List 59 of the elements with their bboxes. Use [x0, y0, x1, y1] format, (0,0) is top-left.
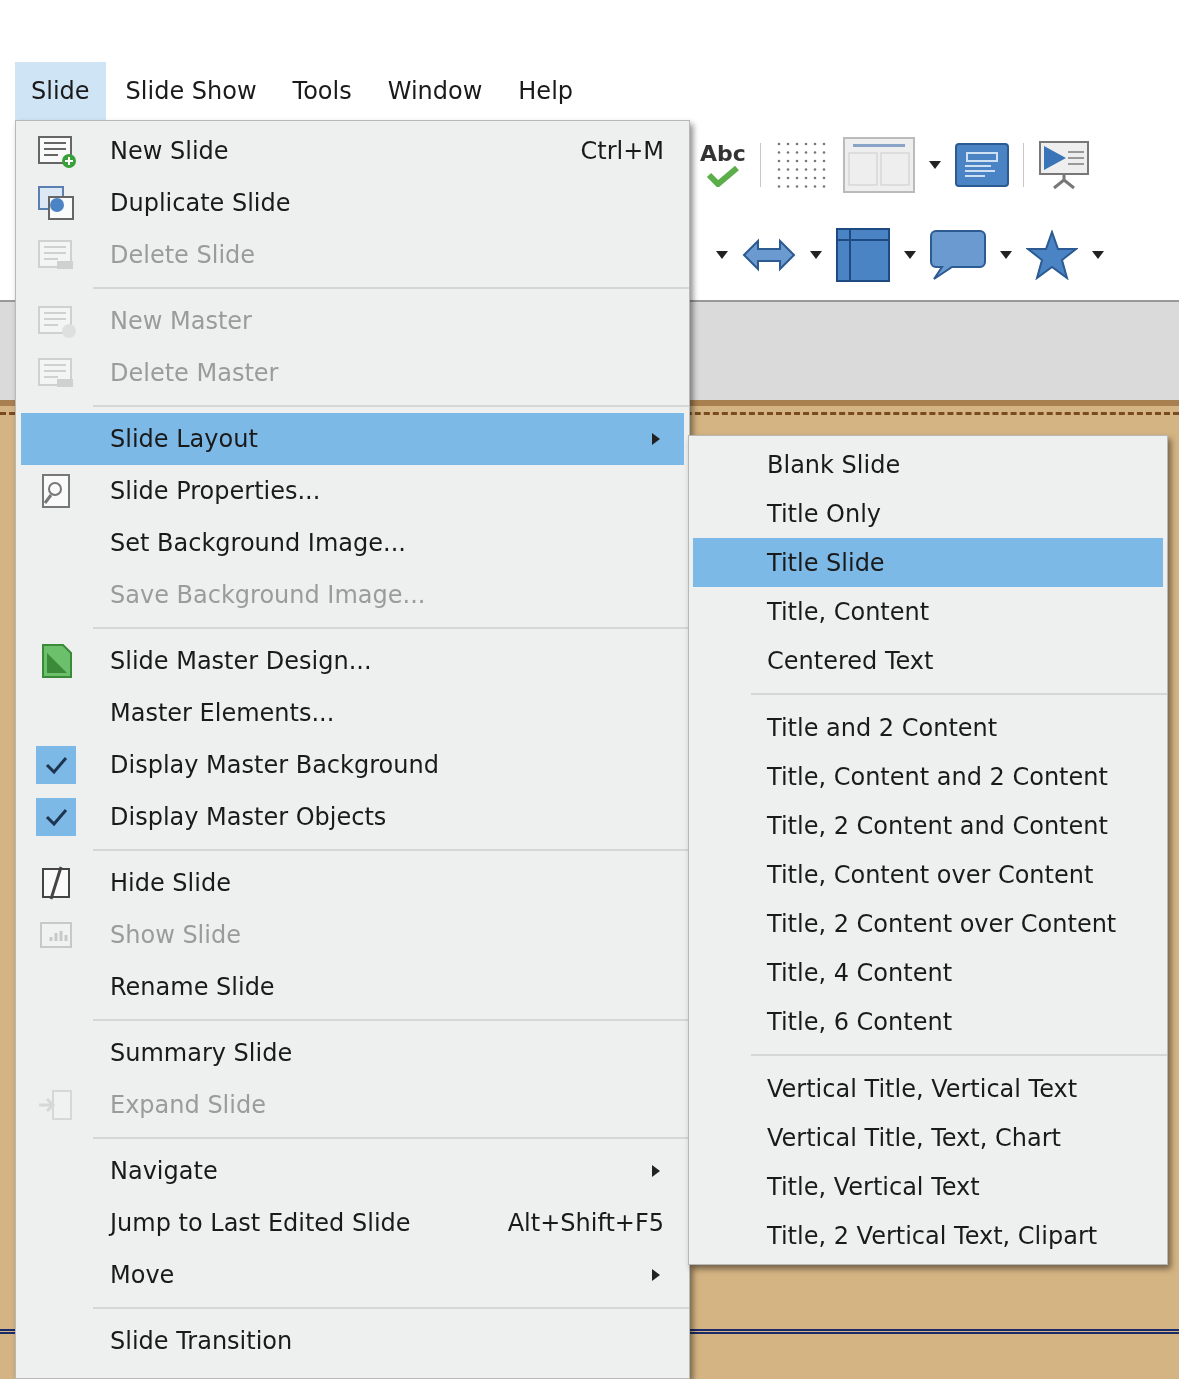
- shortcut-text: Ctrl+M: [580, 136, 664, 167]
- menu-item[interactable]: Master Elements...: [21, 687, 684, 739]
- caret-icon: [716, 251, 728, 259]
- menu-item[interactable]: Move: [21, 1249, 684, 1301]
- menu-item[interactable]: Navigate: [21, 1145, 684, 1197]
- menu-item[interactable]: Display Master Objects: [21, 791, 684, 843]
- spelling-button[interactable]: Abc: [700, 143, 746, 187]
- menu-item[interactable]: Summary Slide: [21, 1027, 684, 1079]
- menu-item[interactable]: Title, 6 Content: [693, 997, 1163, 1046]
- menu-item[interactable]: Slide Transition: [21, 1315, 684, 1367]
- new-slide-icon: [36, 133, 76, 169]
- menubar-item[interactable]: Window: [371, 62, 499, 120]
- menu-item[interactable]: New Slide Ctrl+M: [21, 125, 684, 177]
- menu-item[interactable]: Vertical Title, Vertical Text: [693, 1064, 1163, 1113]
- slide-icon: [954, 143, 1009, 187]
- layout-icon: [842, 137, 915, 193]
- menu-item[interactable]: Blank Slide: [693, 440, 1163, 489]
- new-slide-icon: [36, 303, 76, 339]
- menubar-item[interactable]: Tools: [276, 62, 368, 120]
- menu-item[interactable]: Duplicate Slide: [21, 177, 684, 229]
- submenu-arrow-icon: [651, 432, 661, 446]
- menu-item[interactable]: Slide Layout: [21, 413, 684, 465]
- menu-item[interactable]: Slide Properties...: [21, 465, 684, 517]
- menu-item[interactable]: Title, Content and 2 Content: [693, 752, 1163, 801]
- caret-icon: [810, 251, 822, 259]
- menu-item[interactable]: Title, Content: [693, 587, 1163, 636]
- speech-bubble-icon: [930, 229, 986, 281]
- menu-item[interactable]: Title Only: [693, 489, 1163, 538]
- menu-item[interactable]: Title, Content over Content: [693, 850, 1163, 899]
- menu-item[interactable]: Set Background Image...: [21, 517, 684, 569]
- menu-item[interactable]: Title, 2 Vertical Text, Clipart: [693, 1211, 1163, 1260]
- check-icon: [704, 165, 741, 187]
- presentation-icon: [1037, 140, 1090, 190]
- shortcut-text: Alt+Shift+F5: [507, 1208, 664, 1239]
- frame-icon: [836, 228, 890, 282]
- caret-icon: [904, 251, 916, 259]
- menu-item[interactable]: Title Slide: [693, 538, 1163, 587]
- menubar-item[interactable]: Help: [502, 62, 590, 120]
- submenu-arrow-icon: [651, 1268, 661, 1282]
- menu-item[interactable]: Hide Slide: [21, 857, 684, 909]
- duplicate-slide-icon: [36, 185, 76, 221]
- menu-item[interactable]: Title and 2 Content: [693, 703, 1163, 752]
- menu-item[interactable]: Title, 2 Content and Content: [693, 801, 1163, 850]
- menu-item[interactable]: Vertical Title, Text, Chart: [693, 1113, 1163, 1162]
- menu-item[interactable]: Slide Master Design...: [21, 635, 684, 687]
- submenu-arrow-icon: [651, 1164, 661, 1178]
- menu-item[interactable]: Title, Vertical Text: [693, 1162, 1163, 1211]
- menubar-item[interactable]: Slide Show: [109, 62, 273, 120]
- menu-item[interactable]: Title, 2 Content over Content: [693, 899, 1163, 948]
- star-icon: [1026, 230, 1078, 280]
- menu-item[interactable]: Rename Slide: [21, 961, 684, 1013]
- menubar-item[interactable]: Slide: [15, 62, 106, 120]
- caret-icon: [928, 161, 941, 169]
- menu-item[interactable]: Title, 4 Content: [693, 948, 1163, 997]
- caret-icon: [1000, 251, 1012, 259]
- menu-item[interactable]: Display Master Background: [21, 739, 684, 791]
- caret-icon: [1092, 251, 1104, 259]
- menu-item[interactable]: Centered Text: [693, 636, 1163, 685]
- menu-item[interactable]: Jump to Last Edited Slide Alt+Shift+F5: [21, 1197, 684, 1249]
